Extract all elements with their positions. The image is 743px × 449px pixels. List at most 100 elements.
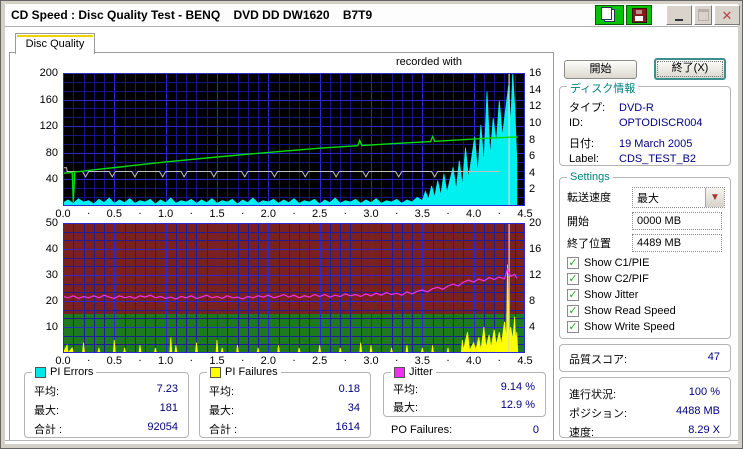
- jitter-max: 12.9 %: [500, 399, 535, 411]
- quality-score-value: 47: [707, 351, 720, 363]
- axis-tick: 16: [529, 67, 542, 79]
- end-field-label: 終了位置: [567, 238, 611, 250]
- jitter-panel: Jitter 平均: 9.14 % 最大: 12.9 %: [383, 366, 546, 417]
- pi-errors-panel: PI Errors 平均: 7.23 最大: 181 合計 : 92054: [24, 366, 189, 438]
- speed-label: 速度:: [569, 427, 595, 439]
- axis-tick: 0.0: [55, 355, 71, 367]
- maximize-button[interactable]: [694, 5, 712, 25]
- max-label: 最大:: [209, 405, 235, 417]
- axis-tick: .: [241, 352, 245, 364]
- axis-tick: 1.5: [209, 355, 225, 367]
- disc-type-label: タイプ:: [569, 102, 606, 114]
- tab-label: Disc Quality: [25, 38, 85, 50]
- checkbox-show-read-speed[interactable]: ✓ Show Read Speed: [567, 304, 676, 318]
- axis-tick: 120: [39, 120, 58, 133]
- axis-tick: 14: [529, 83, 542, 96]
- max-label: 最大:: [34, 405, 60, 417]
- checkbox-show-c1-pie[interactable]: ✓ Show C1/PIE: [567, 256, 649, 270]
- axis-tick: 4: [529, 166, 536, 179]
- speed-select[interactable]: 最大 ▼: [632, 187, 725, 208]
- copy-button[interactable]: [595, 5, 624, 25]
- tab-disc-quality[interactable]: Disc Quality: [15, 33, 95, 54]
- save-icon: [631, 7, 647, 23]
- pi-failures-total: 1614: [335, 421, 360, 433]
- exit-button[interactable]: 終了(X): [654, 58, 726, 80]
- end-field[interactable]: 4489 MB: [632, 234, 722, 252]
- jitter-swatch-icon: [394, 366, 405, 378]
- close-button[interactable]: ✕: [714, 5, 740, 25]
- position-label: ポジション:: [569, 408, 628, 420]
- checkbox-label: Show Write Speed: [584, 321, 675, 333]
- axis-tick: 8: [529, 133, 536, 146]
- jitter-chart: [63, 223, 525, 353]
- pi-errors-chart: [63, 73, 525, 206]
- recorded-with-label: recorded with: [395, 56, 463, 68]
- quality-score-label: 品質スコア:: [569, 354, 628, 366]
- disc-id-value: OPTODISCR004: [619, 117, 703, 129]
- checkbox-icon[interactable]: ✓: [567, 289, 579, 301]
- start-field-label: 開始: [567, 216, 589, 228]
- checkbox-icon[interactable]: ✓: [567, 321, 579, 333]
- checkbox-icon[interactable]: ✓: [567, 257, 579, 269]
- settings-title: Settings: [567, 171, 613, 183]
- po-failures-value: 0: [532, 424, 539, 436]
- progress-value: 100 %: [688, 386, 720, 398]
- axis-tick: 3.5: [414, 208, 430, 220]
- axis-tick: .: [446, 352, 450, 364]
- progress-panel: 進行状況: 100 % ポジション: 4488 MB 速度: 8.29 X: [559, 377, 731, 439]
- axis-tick: .: [395, 205, 399, 217]
- axis-tick: 2.5: [312, 208, 328, 220]
- po-failures-row: PO Failures: 0: [391, 424, 539, 438]
- chevron-down-icon[interactable]: ▼: [705, 188, 724, 207]
- pi-errors-max: 181: [159, 402, 178, 414]
- disc-date-value: 19 March 2005: [619, 138, 693, 150]
- checkbox-icon[interactable]: ✓: [567, 273, 579, 285]
- axis-tick: 3.0: [363, 208, 379, 220]
- checkbox-show-write-speed[interactable]: ✓ Show Write Speed: [567, 320, 675, 334]
- axis-tick: 1.0: [158, 208, 174, 220]
- axis-tick: 4.5: [517, 355, 533, 367]
- pi-errors-avg: 7.23: [156, 383, 178, 395]
- progress-label: 進行状況:: [569, 389, 617, 401]
- po-failures-label: PO Failures:: [391, 424, 453, 436]
- minimize-button[interactable]: [666, 5, 692, 25]
- axis-tick: 4.0: [466, 208, 482, 220]
- axis-tick: 2: [529, 183, 536, 196]
- axis-tick: 4: [529, 321, 536, 333]
- axis-tick: .: [138, 205, 142, 217]
- axis-tick: 20: [529, 217, 542, 229]
- checkbox-icon[interactable]: ✓: [567, 305, 579, 317]
- axis-tick: 50: [45, 217, 58, 229]
- checkbox-label: Show Read Speed: [584, 305, 676, 317]
- axis-tick: 8: [529, 295, 536, 307]
- axis-tick: 1.0: [158, 355, 174, 367]
- axis-tick: .: [241, 205, 245, 217]
- axis-tick: 12: [529, 269, 542, 281]
- axis-tick: 40: [45, 173, 58, 186]
- axis-tick: .: [497, 205, 501, 217]
- checkbox-show-jitter[interactable]: ✓ Show Jitter: [567, 288, 638, 302]
- axis-tick: .: [292, 352, 296, 364]
- pi-errors-swatch-icon: [35, 366, 46, 378]
- save-button[interactable]: [626, 5, 652, 25]
- start-field[interactable]: 0000 MB: [632, 212, 722, 230]
- start-button[interactable]: 開始: [564, 60, 637, 79]
- axis-tick: .: [87, 205, 91, 217]
- pi-errors-title: PI Errors: [50, 366, 94, 378]
- axis-tick: 2.0: [260, 355, 276, 367]
- axis-tick: 40: [45, 243, 58, 255]
- axis-tick: 6: [529, 150, 536, 163]
- close-icon: ✕: [721, 7, 733, 23]
- axis-tick: 1.5: [209, 208, 225, 220]
- axis-tick: .: [395, 352, 399, 364]
- axis-tick: 80: [45, 146, 58, 159]
- avg-label: 平均:: [34, 386, 60, 398]
- axis-tick: 0.5: [106, 355, 122, 367]
- checkbox-show-c2-pif[interactable]: ✓ Show C2/PIF: [567, 272, 649, 286]
- axis-tick: .: [343, 205, 347, 217]
- avg-label: 平均:: [209, 386, 235, 398]
- jitter-title: Jitter: [409, 366, 433, 378]
- total-label: 合計 :: [34, 424, 63, 436]
- axis-tick: .: [343, 352, 347, 364]
- copy-icon: [601, 6, 615, 22]
